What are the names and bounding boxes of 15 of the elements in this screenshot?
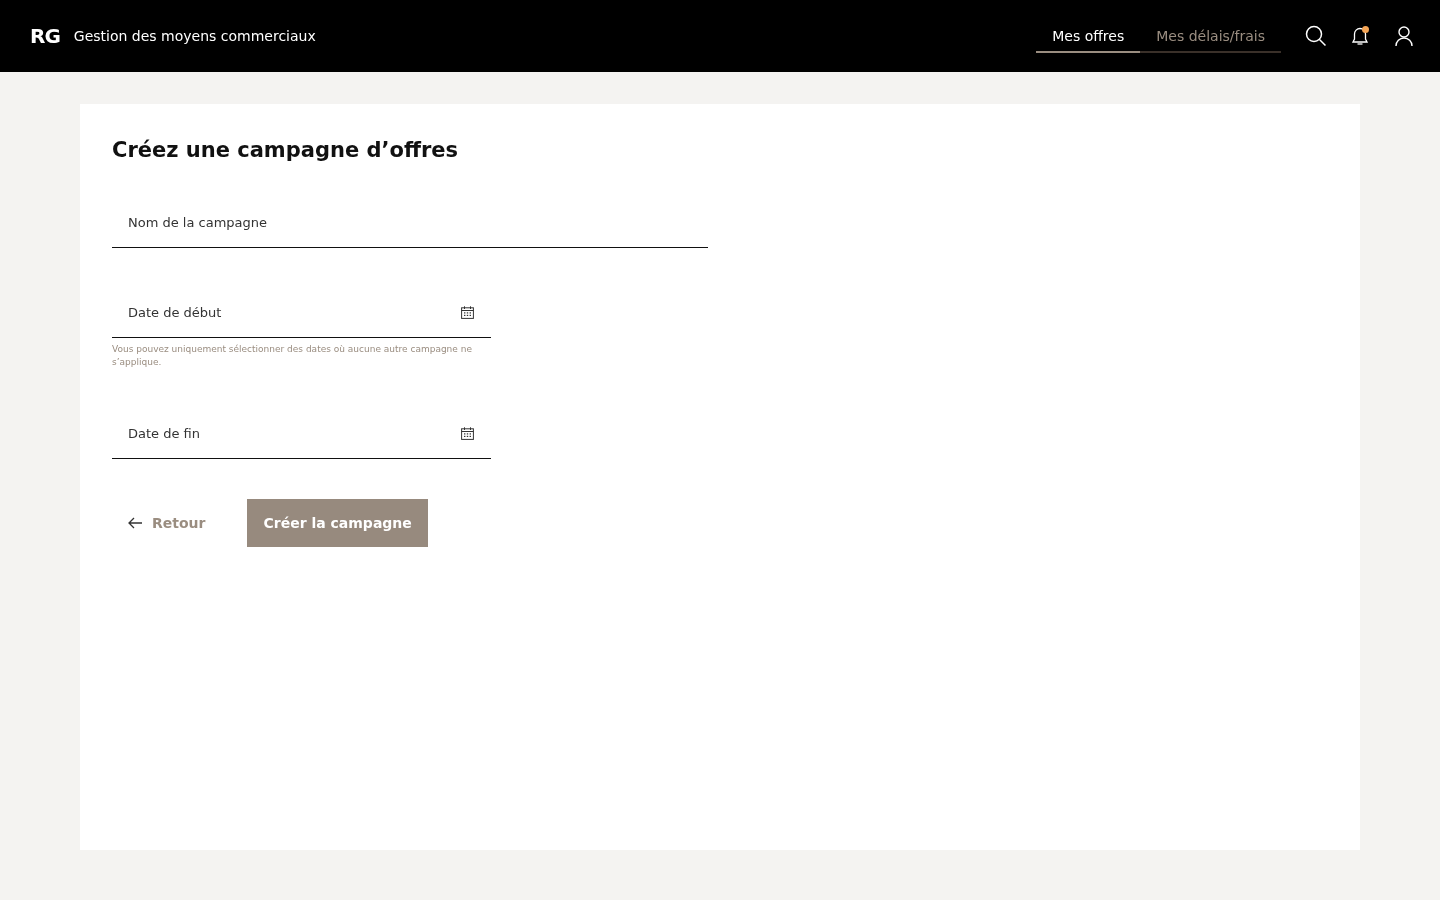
search-icon[interactable] bbox=[1305, 25, 1327, 47]
input-field[interactable]: Nom de la campagne bbox=[112, 198, 708, 248]
calendar-icon[interactable] bbox=[461, 306, 474, 319]
nav-tab[interactable]: Mes offres bbox=[1036, 19, 1141, 53]
page-title: Créez une campagne d’offres bbox=[112, 138, 460, 162]
notification-bell-icon[interactable] bbox=[1349, 25, 1371, 47]
field-hint: Vous pouvez uniquement sélectionner des dates où aucune autre campagne ne s’applique. bbox=[112, 343, 473, 369]
app-title: Gestion des moyens commerciaux bbox=[73, 28, 316, 44]
user-icon[interactable] bbox=[1393, 25, 1415, 47]
calendar-icon[interactable] bbox=[461, 427, 474, 440]
input-field[interactable]: Date de début bbox=[112, 288, 491, 338]
input-field[interactable]: Date de fin bbox=[112, 409, 491, 459]
arrow-left-icon bbox=[128, 517, 143, 529]
nav-tab[interactable]: Mes délais/frais bbox=[1140, 19, 1281, 53]
logo[interactable]: RG bbox=[30, 24, 60, 48]
